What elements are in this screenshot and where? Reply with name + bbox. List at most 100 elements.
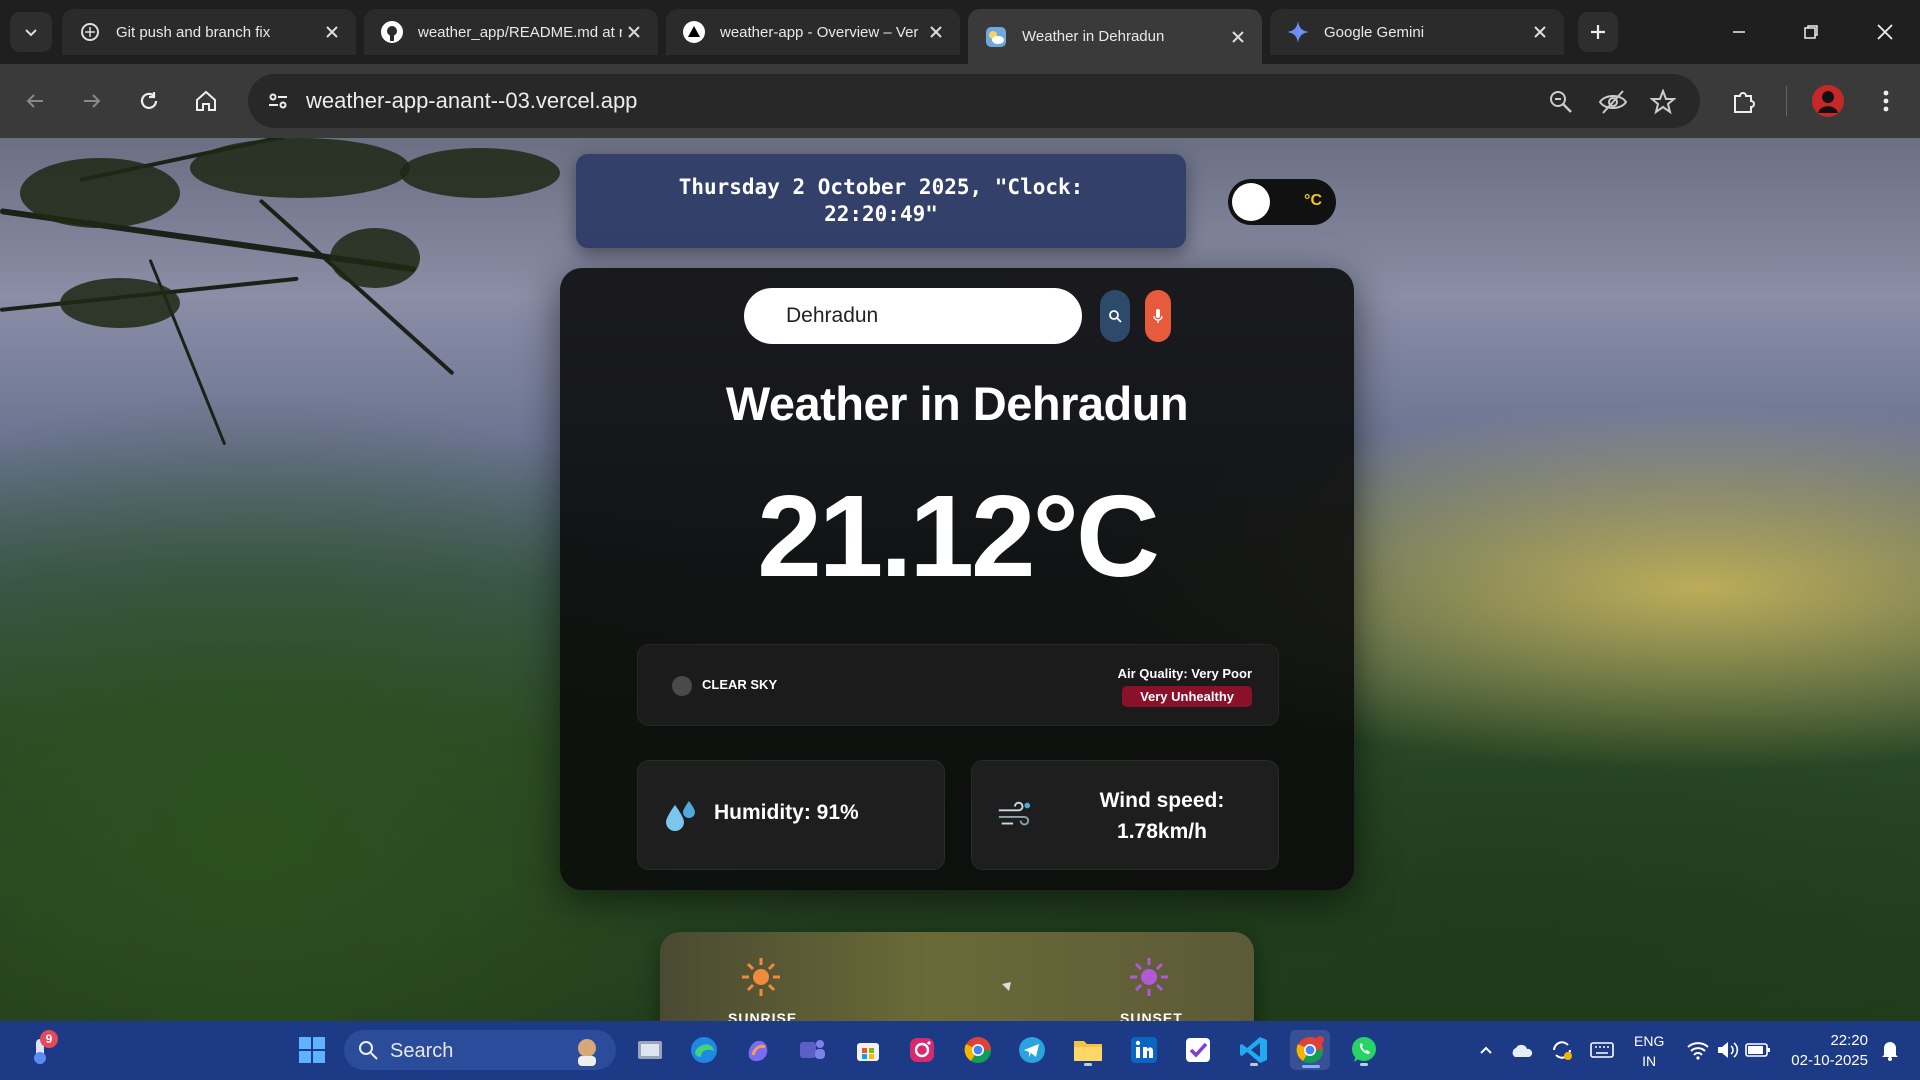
tab-git-push[interactable]: Git push and branch fix bbox=[62, 9, 356, 55]
gemini-icon bbox=[1286, 20, 1310, 44]
puzzle-icon bbox=[1734, 92, 1755, 113]
chatgpt-icon bbox=[78, 20, 102, 44]
clock-date: 02-10-2025 bbox=[1791, 1052, 1868, 1069]
browser-tab-bar: Git push and branch fix weather_app/READ… bbox=[0, 0, 1920, 64]
browser-menu-button[interactable] bbox=[1866, 81, 1906, 121]
region-code: IN bbox=[1642, 1053, 1657, 1069]
linkedin-icon[interactable] bbox=[1126, 1032, 1162, 1068]
tab-title: Weather in Dehradun bbox=[1022, 28, 1165, 45]
profile-avatar[interactable] bbox=[1808, 81, 1848, 121]
vercel-icon bbox=[682, 20, 706, 44]
city-search-input[interactable] bbox=[744, 288, 1082, 344]
close-icon[interactable] bbox=[320, 20, 344, 44]
restore-icon bbox=[1804, 25, 1818, 39]
toggle-knob bbox=[1232, 183, 1270, 221]
arrow-left-icon bbox=[26, 94, 43, 108]
home-icon bbox=[196, 90, 216, 111]
search-button[interactable] bbox=[1100, 290, 1130, 342]
clock-text: Thursday 2 October 2025, "Clock: 22:20:4… bbox=[678, 175, 1084, 226]
github-icon bbox=[380, 20, 404, 44]
water-drops-icon bbox=[662, 797, 698, 833]
close-icon[interactable] bbox=[924, 20, 948, 44]
humidity-card: Humidity: 91% bbox=[637, 760, 945, 870]
sunset-label: SUNSET bbox=[1120, 1010, 1183, 1021]
clock-time: 22:20 bbox=[1830, 1032, 1868, 1049]
whatsapp-icon[interactable] bbox=[1346, 1032, 1382, 1068]
extensions-button[interactable] bbox=[1724, 81, 1764, 121]
chevron-up-icon[interactable] bbox=[1468, 1032, 1504, 1068]
browser-toolbar: weather-app-anant--03.vercel.app bbox=[0, 64, 1920, 138]
close-window-button[interactable] bbox=[1862, 12, 1908, 52]
vscode-icon[interactable] bbox=[1236, 1032, 1272, 1068]
wind-speed-text: Wind speed: 1.78km/h bbox=[1072, 785, 1252, 847]
arrow-right-icon bbox=[84, 94, 101, 108]
battery-icon[interactable] bbox=[1740, 1032, 1776, 1068]
wind-speed-value: 1.78km/h bbox=[1117, 820, 1207, 843]
sunrise-label: SUNRISE bbox=[728, 1010, 798, 1021]
tab-weather-dehradun[interactable]: Weather in Dehradun bbox=[968, 9, 1262, 64]
weather-favicon-icon bbox=[984, 25, 1008, 49]
weather-widget-icon[interactable]: 9 bbox=[22, 1030, 58, 1068]
sync-icon[interactable] bbox=[1544, 1032, 1580, 1068]
telegram-icon[interactable] bbox=[1014, 1032, 1050, 1068]
sunset-icon bbox=[1130, 958, 1168, 996]
search-icon bbox=[359, 1041, 378, 1060]
taskbar-search-box[interactable]: Search bbox=[344, 1030, 616, 1070]
folder-icon[interactable] bbox=[1070, 1032, 1106, 1068]
keyboard-icon[interactable] bbox=[1584, 1032, 1620, 1068]
teams-icon[interactable] bbox=[794, 1032, 830, 1068]
language-indicator[interactable]: ENG IN bbox=[1634, 1031, 1664, 1071]
city-title: Weather in Dehradun bbox=[725, 377, 1189, 430]
condition-text: CLEAR SKY bbox=[702, 677, 778, 692]
tab-vercel-overview[interactable]: weather-app - Overview – Ver bbox=[666, 9, 960, 55]
clock-banner: Thursday 2 October 2025, "Clock: 22:20:4… bbox=[576, 154, 1186, 248]
chrome-icon[interactable] bbox=[960, 1032, 996, 1068]
tab-github-readme[interactable]: weather_app/README.md at r bbox=[364, 9, 658, 55]
todo-icon[interactable] bbox=[1180, 1032, 1216, 1068]
tab-title: Git push and branch fix bbox=[116, 23, 271, 41]
tab-search-button[interactable] bbox=[10, 12, 52, 52]
chevron-down-icon bbox=[25, 29, 37, 37]
bookmark-star-icon[interactable] bbox=[1648, 87, 1678, 117]
unit-toggle-switch[interactable]: °C bbox=[1228, 179, 1336, 225]
close-icon[interactable] bbox=[1528, 20, 1552, 44]
minimize-icon bbox=[1733, 31, 1745, 33]
new-tab-button[interactable] bbox=[1578, 12, 1618, 52]
chrome-active-icon[interactable] bbox=[1290, 1030, 1330, 1070]
windows-logo-icon bbox=[299, 1037, 325, 1063]
store-icon[interactable] bbox=[850, 1032, 886, 1068]
zoom-icon[interactable] bbox=[1546, 87, 1576, 117]
forward-button[interactable] bbox=[72, 81, 112, 121]
close-icon[interactable] bbox=[1226, 25, 1250, 49]
address-bar[interactable]: weather-app-anant--03.vercel.app bbox=[248, 74, 1700, 128]
tab-google-gemini[interactable]: Google Gemini bbox=[1270, 9, 1564, 55]
close-icon[interactable] bbox=[622, 20, 646, 44]
page-viewport: Thursday 2 October 2025, "Clock: 22:20:4… bbox=[0, 138, 1920, 1021]
wind-speed-label: Wind speed: bbox=[1099, 789, 1225, 812]
notification-bell-icon[interactable] bbox=[1872, 1032, 1908, 1068]
start-button[interactable] bbox=[294, 1032, 330, 1068]
minimize-button[interactable] bbox=[1716, 12, 1762, 52]
instagram-icon[interactable] bbox=[904, 1032, 940, 1068]
search-highlight-icon bbox=[578, 1039, 596, 1066]
site-info-icon[interactable] bbox=[262, 85, 294, 117]
avatar-icon bbox=[1812, 85, 1844, 117]
kebab-menu-icon bbox=[1883, 90, 1889, 112]
search-icon bbox=[1109, 310, 1122, 323]
back-button[interactable] bbox=[15, 81, 55, 121]
reload-button[interactable] bbox=[129, 81, 169, 121]
wind-icon bbox=[996, 797, 1032, 833]
voice-search-button[interactable] bbox=[1145, 290, 1171, 342]
home-button[interactable] bbox=[186, 81, 226, 121]
copilot-icon[interactable] bbox=[740, 1032, 776, 1068]
weather-condition-icon bbox=[672, 676, 692, 696]
eye-off-icon[interactable] bbox=[1598, 87, 1628, 117]
edge-icon[interactable] bbox=[686, 1032, 722, 1068]
search-label: Search bbox=[390, 1040, 454, 1062]
system-clock[interactable]: 22:20 02-10-2025 bbox=[1791, 1031, 1868, 1071]
url-text[interactable]: weather-app-anant--03.vercel.app bbox=[306, 88, 637, 114]
task-view-icon[interactable] bbox=[632, 1032, 668, 1068]
restore-button[interactable] bbox=[1788, 12, 1834, 52]
onedrive-icon[interactable] bbox=[1504, 1032, 1540, 1068]
temperature-value: 21.12°C bbox=[757, 471, 1159, 601]
